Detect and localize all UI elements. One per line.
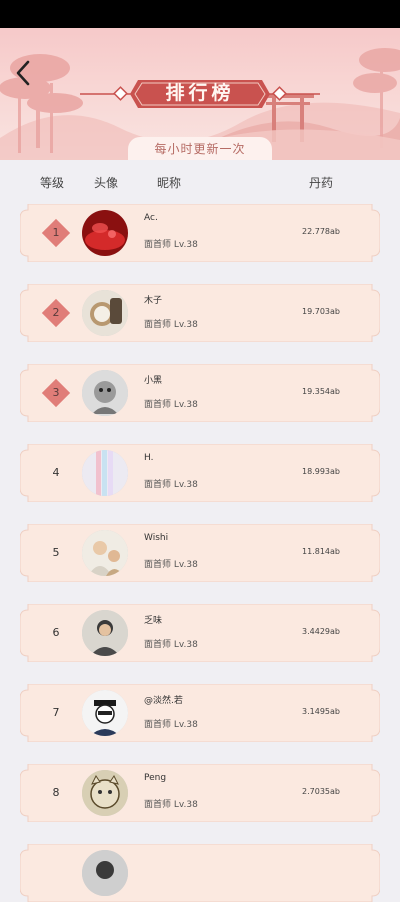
pill-count: 3.4429ab (302, 627, 340, 636)
update-frequency-note: 每小时更新一次 (128, 137, 272, 160)
leaderboard-row[interactable]: 8 Peng 面首师 Lv.38 2.7035ab (20, 764, 380, 822)
nickname: 小黑 (144, 376, 163, 386)
pill-count: 2.7035ab (302, 787, 340, 796)
nickname: H. (144, 453, 154, 463)
nickname: @淡然.若 (144, 696, 183, 706)
pill-count: 3.1495ab (302, 707, 340, 716)
rank-number: 3 (52, 386, 60, 399)
column-header-pills: 丹药 (309, 176, 334, 190)
rank-number: 4 (52, 466, 60, 479)
player-level: 面首师 Lv.38 (144, 720, 198, 730)
rank-number: 5 (52, 546, 60, 559)
player-level: 面首师 Lv.38 (144, 480, 198, 490)
avatar[interactable] (82, 610, 128, 656)
avatar[interactable] (82, 850, 128, 896)
leaderboard-row[interactable]: 3 小黑 面首师 Lv.38 19.354ab (20, 364, 380, 422)
player-level: 面首师 Lv.38 (144, 400, 198, 410)
player-level: 面首师 Lv.38 (144, 560, 198, 570)
nickname: Ac. (144, 213, 158, 223)
back-button[interactable] (10, 58, 38, 88)
avatar[interactable] (82, 690, 128, 736)
header-banner: 排行榜 每小时更新一次 (0, 28, 400, 160)
leaderboard-row[interactable]: 1 Ac. 面首师 Lv.38 22.778ab (20, 204, 380, 262)
avatar[interactable] (82, 290, 128, 336)
column-header-rank: 等级 (40, 176, 65, 190)
avatar[interactable] (82, 370, 128, 416)
nickname: Wishi (144, 533, 169, 543)
pill-count: 11.814ab (302, 547, 340, 556)
leaderboard-row[interactable] (20, 844, 380, 902)
leaderboard-row[interactable]: 6 乏味 面首师 Lv.38 3.4429ab (20, 604, 380, 662)
rank-number: 7 (52, 706, 60, 719)
row-card (20, 844, 380, 902)
player-level: 面首师 Lv.38 (144, 640, 198, 650)
table-header: 等级 头像 昵称 丹药 (0, 160, 400, 204)
leaderboard-row[interactable]: 2 木子 面首师 Lv.38 19.703ab (20, 284, 380, 342)
page-title: 排行榜 (165, 82, 235, 104)
pill-count: 18.993ab (302, 467, 340, 476)
player-level: 面首师 Lv.38 (144, 800, 198, 810)
pill-count: 19.354ab (302, 387, 340, 396)
player-level: 面首师 Lv.38 (144, 240, 198, 250)
pill-count: 22.778ab (302, 227, 340, 236)
nickname: 木子 (144, 296, 163, 306)
nickname: Peng (144, 773, 167, 783)
leaderboard-row[interactable]: 4 H. 面首师 Lv.38 18.993ab (20, 444, 380, 502)
avatar[interactable] (82, 450, 128, 496)
pill-count: 19.703ab (302, 307, 340, 316)
leaderboard-row[interactable]: 7 @淡然.若 面首师 Lv.38 3.1495ab (20, 684, 380, 742)
status-bar (0, 0, 400, 28)
avatar[interactable] (82, 530, 128, 576)
rank-number: 1 (52, 226, 60, 239)
leaderboard-row[interactable]: 5 Wishi 面首师 Lv.38 11.814ab (20, 524, 380, 582)
rank-number: 6 (52, 626, 60, 639)
player-level: 面首师 Lv.38 (144, 320, 198, 330)
column-header-avatar: 头像 (94, 176, 119, 190)
avatar[interactable] (82, 770, 128, 816)
rank-number: 2 (52, 306, 60, 319)
back-arrow-icon (16, 60, 30, 86)
avatar[interactable] (82, 210, 128, 256)
column-header-nickname: 昵称 (157, 176, 182, 190)
nickname: 乏味 (144, 616, 163, 626)
rank-number: 8 (52, 786, 60, 799)
